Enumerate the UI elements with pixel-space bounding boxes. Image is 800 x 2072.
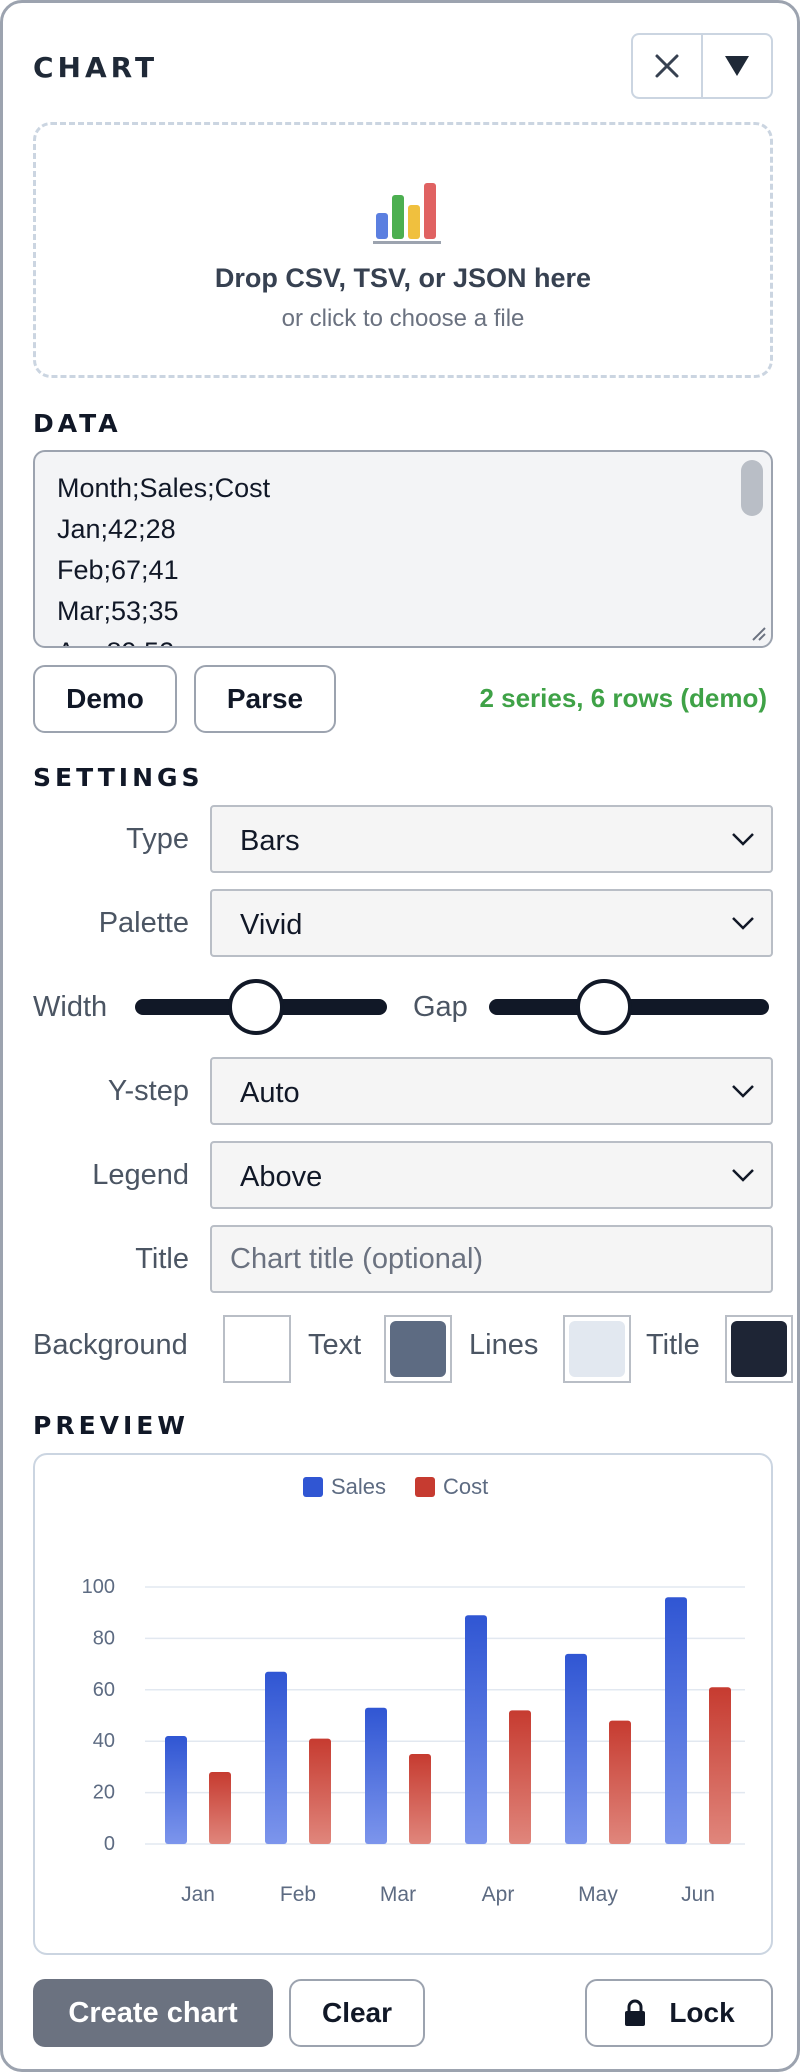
legend-swatch-sales xyxy=(303,1477,323,1497)
bar-cost-may xyxy=(609,1720,631,1844)
width-label: Width xyxy=(33,991,108,1023)
panel-header: CHART xyxy=(33,33,773,101)
x-tick-label: Mar xyxy=(380,1883,416,1906)
palette-select[interactable]: Vivid xyxy=(210,889,773,957)
lines-color-fill xyxy=(569,1321,625,1377)
bar-cost-jan xyxy=(209,1772,231,1844)
dropzone-title: Drop CSV, TSV, or JSON here xyxy=(214,263,592,293)
demo-button[interactable]: Demo xyxy=(33,665,177,733)
bar-sales-apr xyxy=(465,1615,487,1844)
type-select[interactable]: Bars xyxy=(210,805,773,873)
text-color-fill xyxy=(390,1321,446,1377)
y-tick-label: 0 xyxy=(104,1833,115,1855)
bar-chart-icon xyxy=(373,183,441,244)
lines-color-swatch[interactable] xyxy=(563,1315,631,1383)
title-color-fill xyxy=(731,1321,787,1377)
bar-cost-feb xyxy=(309,1738,331,1844)
legend-swatch-cost xyxy=(415,1477,435,1497)
y-tick-label: 80 xyxy=(93,1627,115,1649)
file-dropzone[interactable]: Drop CSV, TSV, or JSON here or click to … xyxy=(33,122,773,378)
x-tick-label: Jun xyxy=(681,1883,715,1906)
bar-chart: 0 20 40 60 80 100 Jan Feb Mar Apr May Jun Sales Cost xyxy=(82,1474,745,1906)
clear-button[interactable]: Clear xyxy=(289,1979,425,2047)
create-chart-button[interactable]: Create chart xyxy=(33,1979,273,2047)
bar-cost-mar xyxy=(409,1754,431,1844)
parse-button[interactable]: Parse xyxy=(194,665,336,733)
panel-title: CHART xyxy=(33,51,159,84)
textarea-scrollbar[interactable] xyxy=(741,460,763,516)
type-value: Bars xyxy=(240,825,300,857)
x-tick-label: Jan xyxy=(181,1883,215,1906)
y-tick-label: 20 xyxy=(93,1782,115,1804)
palette-value: Vivid xyxy=(240,909,303,941)
lock-button[interactable]: Lock xyxy=(585,1979,773,2047)
close-icon xyxy=(655,54,679,78)
legend-value: Above xyxy=(240,1161,323,1193)
gap-label: Gap xyxy=(413,991,468,1023)
y-tick-label: 60 xyxy=(93,1679,115,1701)
dropzone-subtitle: or click to choose a file xyxy=(281,305,525,332)
bar-sales-feb xyxy=(265,1671,287,1844)
x-tick-label: Feb xyxy=(280,1883,316,1906)
palette-label: Palette xyxy=(98,907,189,939)
ystep-label: Y-step xyxy=(107,1075,189,1107)
chevron-down-icon xyxy=(732,917,754,930)
settings-section-label: SETTINGS xyxy=(33,763,204,792)
y-tick-label: 100 xyxy=(82,1576,115,1598)
y-tick-label: 40 xyxy=(93,1730,115,1752)
background-color-swatch[interactable] xyxy=(223,1315,291,1383)
gap-slider-thumb[interactable] xyxy=(575,979,632,1035)
chevron-down-icon xyxy=(732,833,754,846)
x-tick-label: May xyxy=(578,1883,618,1906)
title-color-swatch[interactable] xyxy=(725,1315,793,1383)
bar-sales-jun xyxy=(665,1597,687,1844)
data-text: Month;Sales;Cost Jan;42;28 Feb;67;41 Mar… xyxy=(57,473,271,646)
resize-grip-icon[interactable] xyxy=(749,624,767,642)
chevron-down-icon xyxy=(732,1085,754,1098)
title-label: Title xyxy=(135,1243,189,1275)
parse-status: 2 series, 6 rows (demo) xyxy=(479,683,767,713)
bar-sales-may xyxy=(565,1653,587,1844)
background-color-label: Background xyxy=(33,1329,188,1361)
lock-label: Lock xyxy=(669,1997,735,2028)
chart-panel: CHART Drop CSV, TSV, or JSON here or cli… xyxy=(0,0,800,2072)
type-label: Type xyxy=(126,823,189,855)
x-tick-label: Apr xyxy=(482,1883,515,1906)
ystep-select[interactable]: Auto xyxy=(210,1057,773,1125)
data-section-label: DATA xyxy=(33,409,122,438)
chart-preview: 0 20 40 60 80 100 Jan Feb Mar Apr May Jun Sales Cost xyxy=(33,1453,773,1955)
legend-label-cost: Cost xyxy=(443,1474,488,1499)
lines-color-label: Lines xyxy=(469,1329,539,1361)
close-button[interactable] xyxy=(633,35,701,97)
chevron-down-icon xyxy=(732,1169,754,1182)
bar-cost-apr xyxy=(509,1710,531,1844)
legend-label: Legend xyxy=(92,1159,189,1191)
lock-icon xyxy=(625,1999,646,2026)
ystep-value: Auto xyxy=(240,1077,300,1109)
data-textarea[interactable]: Month;Sales;Cost Jan;42;28 Feb;67;41 Mar… xyxy=(33,450,773,648)
window-controls xyxy=(631,33,773,99)
text-color-swatch[interactable] xyxy=(384,1315,452,1383)
legend-select[interactable]: Above xyxy=(210,1141,773,1209)
title-color-label: Title xyxy=(646,1329,700,1361)
legend-label-sales: Sales xyxy=(331,1474,386,1499)
collapse-button[interactable] xyxy=(701,35,771,97)
bar-sales-mar xyxy=(365,1707,387,1844)
width-slider-thumb[interactable] xyxy=(227,979,284,1035)
preview-section-label: PREVIEW xyxy=(33,1411,189,1440)
text-color-label: Text xyxy=(308,1329,362,1361)
bar-cost-jun xyxy=(709,1687,731,1844)
triangle-down-icon xyxy=(725,56,749,76)
bar-sales-jan xyxy=(165,1736,187,1844)
background-color-fill xyxy=(229,1321,285,1377)
chart-title-input[interactable] xyxy=(210,1225,773,1293)
